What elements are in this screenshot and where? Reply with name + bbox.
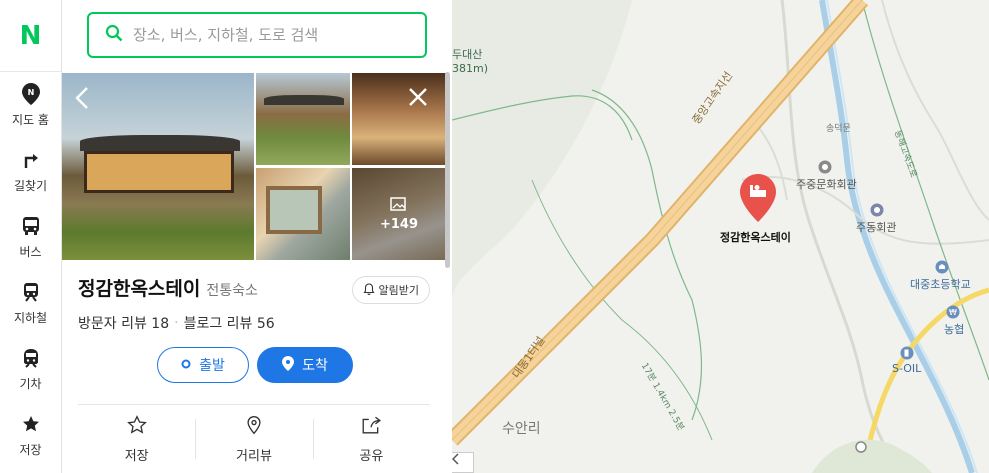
photo-bath[interactable]: +149 bbox=[352, 168, 446, 260]
place-info: 정감한옥스테이 전통숙소 알림받기 방문자 리뷰 18 · 블로그 리뷰 56 bbox=[78, 274, 430, 333]
arrive-label: 도착 bbox=[302, 358, 328, 374]
mountain-label[interactable]: 두대산 bbox=[452, 46, 482, 62]
more-photos-count: +149 bbox=[379, 216, 419, 232]
prev-photo-button[interactable] bbox=[72, 85, 100, 113]
search-input[interactable] bbox=[133, 26, 393, 44]
blog-reviews-link[interactable]: 블로그 리뷰 56 bbox=[184, 313, 275, 333]
location-outline-icon bbox=[244, 415, 264, 439]
bell-icon bbox=[362, 282, 375, 298]
visitor-reviews-link[interactable]: 방문자 리뷰 18 bbox=[78, 313, 169, 333]
rail-label: 저장 bbox=[19, 442, 42, 457]
community-hall-label[interactable]: 주동회관 bbox=[856, 219, 896, 235]
panel-scrollbar[interactable] bbox=[445, 72, 450, 268]
village-label[interactable]: 수안리 bbox=[502, 418, 541, 438]
share-icon bbox=[361, 415, 382, 439]
map-pin-n-icon: N bbox=[20, 82, 42, 105]
place-name: 정감한옥스테이 bbox=[78, 278, 201, 300]
rail-label: 버스 bbox=[19, 244, 42, 259]
notify-label: 알림받기 bbox=[378, 284, 419, 297]
soil-label[interactable]: S-OIL bbox=[892, 362, 921, 375]
roof-shape bbox=[264, 95, 344, 105]
rail-item-bus[interactable]: 버스 bbox=[0, 204, 61, 270]
roof-shape bbox=[80, 135, 240, 151]
train-icon bbox=[20, 347, 42, 369]
collapse-panel-button[interactable] bbox=[452, 452, 474, 473]
share-label: 공유 bbox=[359, 448, 384, 464]
rail-item-saved[interactable]: 저장 bbox=[0, 402, 61, 468]
search-box[interactable] bbox=[87, 12, 427, 58]
subway-icon bbox=[20, 281, 42, 303]
svg-text:₩: ₩ bbox=[949, 308, 957, 317]
save-button[interactable]: 저장 bbox=[78, 405, 195, 473]
place-panel: +149 정감한옥스테이 전통숙소 알림받기 방문자 리뷰 18 · bbox=[62, 0, 452, 473]
nonghyup-label[interactable]: 농협 bbox=[944, 321, 964, 337]
rail-label: 길찾기 bbox=[13, 178, 48, 193]
rail-item-directions[interactable]: 길찾기 bbox=[0, 138, 61, 204]
rail-item-subway[interactable]: 지하철 bbox=[0, 270, 61, 336]
bus-icon bbox=[20, 215, 42, 237]
search-icon bbox=[105, 24, 123, 46]
songdeok-label: 송덕문 bbox=[826, 124, 851, 134]
depart-dot-icon bbox=[181, 357, 191, 373]
house-facade bbox=[84, 151, 234, 193]
rail-label: 기차 bbox=[19, 376, 42, 391]
rail-item-home[interactable]: N 지도 홈 bbox=[0, 72, 61, 138]
action-bar: 저장 거리뷰 공유 bbox=[78, 404, 430, 473]
mountain-elevation: 381m) bbox=[452, 62, 489, 75]
notify-button[interactable]: 알림받기 bbox=[351, 276, 430, 304]
close-icon bbox=[406, 88, 430, 113]
star-outline-icon bbox=[126, 414, 147, 439]
share-button[interactable]: 공유 bbox=[312, 405, 430, 473]
depart-label: 출발 bbox=[199, 358, 225, 374]
close-button[interactable] bbox=[406, 85, 434, 113]
separator-dot: · bbox=[174, 315, 179, 331]
photo-gallery: +149 bbox=[62, 73, 446, 260]
turn-arrow-icon bbox=[20, 149, 42, 171]
school-label[interactable]: 대중초등학교 bbox=[910, 276, 971, 292]
map-canvas[interactable]: 두대산 381m) 중앙고속지선 대동1터널 17분 1.4km 2.5분 수안… bbox=[452, 0, 989, 473]
street-view-label: 거리뷰 bbox=[236, 448, 272, 464]
svg-text:N: N bbox=[27, 88, 34, 97]
save-label: 저장 bbox=[124, 448, 149, 464]
chevron-left-icon bbox=[72, 87, 94, 115]
depart-button[interactable]: 출발 bbox=[157, 347, 249, 383]
star-icon bbox=[20, 413, 42, 435]
rail-label: 지도 홈 bbox=[12, 112, 49, 127]
image-stack-icon bbox=[390, 196, 408, 217]
photo-courtyard[interactable] bbox=[256, 73, 350, 165]
naver-logo[interactable]: N bbox=[0, 0, 61, 72]
arrive-button[interactable]: 도착 bbox=[257, 347, 353, 383]
window-shape bbox=[266, 186, 322, 234]
left-rail: N N 지도 홈 길찾기 버스 지하철 기차 저장 bbox=[0, 0, 62, 473]
photo-room[interactable] bbox=[256, 168, 350, 260]
more-photos-overlay[interactable]: +149 bbox=[352, 168, 446, 260]
place-marker-label[interactable]: 정감한옥스테이 bbox=[720, 229, 791, 245]
rail-item-train[interactable]: 기차 bbox=[0, 336, 61, 402]
cultural-hall-label[interactable]: 주중문화회관 bbox=[796, 176, 857, 192]
rail-label: 지하철 bbox=[13, 310, 48, 325]
place-category: 전통숙소 bbox=[206, 283, 258, 299]
pin-icon bbox=[282, 355, 295, 375]
street-view-button[interactable]: 거리뷰 bbox=[195, 405, 312, 473]
